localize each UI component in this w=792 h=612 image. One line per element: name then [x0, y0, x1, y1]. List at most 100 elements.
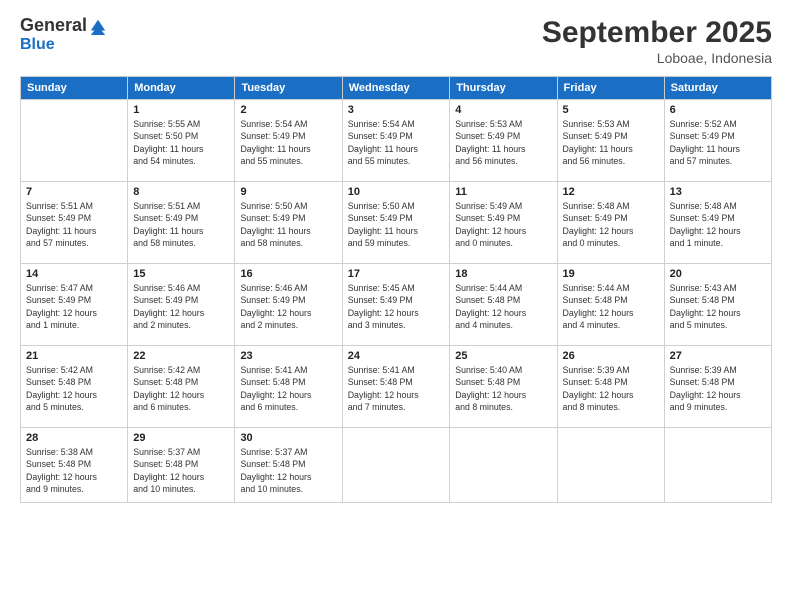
day-number: 10: [348, 186, 445, 198]
day-number: 22: [133, 350, 229, 362]
table-row: 30 Sunrise: 5:37 AM Sunset: 5:48 PM Dayli…: [235, 428, 342, 503]
table-row: 28 Sunrise: 5:38 AM Sunset: 5:48 PM Dayli…: [21, 428, 128, 503]
day-info: Sunrise: 5:54 AM Sunset: 5:49 PM Dayligh…: [240, 118, 336, 167]
day-info: Sunrise: 5:46 AM Sunset: 5:49 PM Dayligh…: [240, 282, 336, 331]
table-row: 17 Sunrise: 5:45 AM Sunset: 5:49 PM Dayli…: [342, 264, 450, 346]
day-number: 30: [240, 432, 336, 444]
table-row: 25 Sunrise: 5:40 AM Sunset: 5:48 PM Dayli…: [450, 346, 557, 428]
day-number: 13: [670, 186, 766, 198]
day-info: Sunrise: 5:51 AM Sunset: 5:49 PM Dayligh…: [133, 200, 229, 249]
table-row: 20 Sunrise: 5:43 AM Sunset: 5:48 PM Dayli…: [664, 264, 771, 346]
logo-text: General: [20, 16, 87, 36]
header-thursday: Thursday: [450, 77, 557, 100]
day-number: 8: [133, 186, 229, 198]
location: Loboae, Indonesia: [542, 50, 772, 66]
table-row: 8 Sunrise: 5:51 AM Sunset: 5:49 PM Daylig…: [128, 182, 235, 264]
day-number: 26: [563, 350, 659, 362]
day-info: Sunrise: 5:41 AM Sunset: 5:48 PM Dayligh…: [240, 364, 336, 413]
day-number: 11: [455, 186, 551, 198]
day-info: Sunrise: 5:46 AM Sunset: 5:49 PM Dayligh…: [133, 282, 229, 331]
table-row: 22Sunrise: 5:42 AM Sunset: 5:48 PM Dayli…: [128, 346, 235, 428]
day-info: Sunrise: 5:39 AM Sunset: 5:48 PM Dayligh…: [670, 364, 766, 413]
table-row: 3 Sunrise: 5:54 AM Sunset: 5:49 PM Daylig…: [342, 100, 450, 182]
day-info: Sunrise: 5:45 AM Sunset: 5:49 PM Dayligh…: [348, 282, 445, 331]
table-row: 18 Sunrise: 5:44 AM Sunset: 5:48 PM Dayli…: [450, 264, 557, 346]
header-wednesday: Wednesday: [342, 77, 450, 100]
day-number: 25: [455, 350, 551, 362]
table-row: [557, 428, 664, 503]
day-info: Sunrise: 5:50 AM Sunset: 5:49 PM Dayligh…: [348, 200, 445, 249]
day-number: 1: [133, 104, 229, 116]
day-number: 27: [670, 350, 766, 362]
day-number: 9: [240, 186, 336, 198]
day-info: Sunrise: 5:51 AM Sunset: 5:49 PM Dayligh…: [26, 200, 122, 249]
day-info: Sunrise: 5:48 AM Sunset: 5:49 PM Dayligh…: [670, 200, 766, 249]
table-row: 10 Sunrise: 5:50 AM Sunset: 5:49 PM Dayli…: [342, 182, 450, 264]
day-info: Sunrise: 5:44 AM Sunset: 5:48 PM Dayligh…: [563, 282, 659, 331]
table-row: 1 Sunrise: 5:55 AM Sunset: 5:50 PM Daylig…: [128, 100, 235, 182]
header-saturday: Saturday: [664, 77, 771, 100]
day-number: 24: [348, 350, 445, 362]
day-number: 12: [563, 186, 659, 198]
title-block: September 2025 Loboae, Indonesia: [542, 16, 772, 66]
day-info: Sunrise: 5:44 AM Sunset: 5:48 PM Dayligh…: [455, 282, 551, 331]
day-number: 16: [240, 268, 336, 280]
day-info: Sunrise: 5:43 AM Sunset: 5:48 PM Dayligh…: [670, 282, 766, 331]
day-number: 4: [455, 104, 551, 116]
day-number: 18: [455, 268, 551, 280]
day-info: Sunrise: 5:55 AM Sunset: 5:50 PM Dayligh…: [133, 118, 229, 167]
day-number: 29: [133, 432, 229, 444]
day-info: Sunrise: 5:48 AM Sunset: 5:49 PM Dayligh…: [563, 200, 659, 249]
day-info: Sunrise: 5:47 AM Sunset: 5:49 PM Dayligh…: [26, 282, 122, 331]
day-number: 20: [670, 268, 766, 280]
table-row: [664, 428, 771, 503]
logo-subtext: Blue: [20, 36, 107, 54]
header-monday: Monday: [128, 77, 235, 100]
logo-icon: [89, 17, 107, 35]
day-number: 14: [26, 268, 122, 280]
day-info: Sunrise: 5:38 AM Sunset: 5:48 PM Dayligh…: [26, 446, 122, 495]
table-row: 11 Sunrise: 5:49 AM Sunset: 5:49 PM Dayli…: [450, 182, 557, 264]
header-friday: Friday: [557, 77, 664, 100]
day-info: Sunrise: 5:50 AM Sunset: 5:49 PM Dayligh…: [240, 200, 336, 249]
day-number: 2: [240, 104, 336, 116]
day-info: Sunrise: 5:53 AM Sunset: 5:49 PM Dayligh…: [563, 118, 659, 167]
table-row: 2 Sunrise: 5:54 AM Sunset: 5:49 PM Daylig…: [235, 100, 342, 182]
day-info: Sunrise: 5:54 AM Sunset: 5:49 PM Dayligh…: [348, 118, 445, 167]
table-row: 16 Sunrise: 5:46 AM Sunset: 5:49 PM Dayli…: [235, 264, 342, 346]
day-number: 5: [563, 104, 659, 116]
table-row: 19 Sunrise: 5:44 AM Sunset: 5:48 PM Dayli…: [557, 264, 664, 346]
day-number: 28: [26, 432, 122, 444]
table-row: 15 Sunrise: 5:46 AM Sunset: 5:49 PM Dayli…: [128, 264, 235, 346]
day-info: Sunrise: 5:42 AM Sunset: 5:48 PM Dayligh…: [26, 364, 122, 413]
table-row: [21, 100, 128, 182]
calendar-header-row: Sunday Monday Tuesday Wednesday Thursday…: [21, 77, 772, 100]
table-row: 29 Sunrise: 5:37 AM Sunset: 5:48 PM Dayli…: [128, 428, 235, 503]
header-tuesday: Tuesday: [235, 77, 342, 100]
day-info: Sunrise: 5:37 AM Sunset: 5:48 PM Dayligh…: [240, 446, 336, 495]
day-number: 17: [348, 268, 445, 280]
day-number: 19: [563, 268, 659, 280]
day-info: Sunrise: 5:37 AM Sunset: 5:48 PM Dayligh…: [133, 446, 229, 495]
day-number: 3: [348, 104, 445, 116]
table-row: 26Sunrise: 5:39 AM Sunset: 5:48 PM Dayli…: [557, 346, 664, 428]
day-number: 21: [26, 350, 122, 362]
day-number: 7: [26, 186, 122, 198]
table-row: [342, 428, 450, 503]
table-row: 9 Sunrise: 5:50 AM Sunset: 5:49 PM Daylig…: [235, 182, 342, 264]
table-row: 12 Sunrise: 5:48 AM Sunset: 5:49 PM Dayli…: [557, 182, 664, 264]
table-row: 27 Sunrise: 5:39 AM Sunset: 5:48 PM Dayli…: [664, 346, 771, 428]
table-row: 21 Sunrise: 5:42 AM Sunset: 5:48 PM Dayli…: [21, 346, 128, 428]
table-row: 13 Sunrise: 5:48 AM Sunset: 5:49 PM Dayli…: [664, 182, 771, 264]
day-info: Sunrise: 5:52 AM Sunset: 5:49 PM Dayligh…: [670, 118, 766, 167]
table-row: 7 Sunrise: 5:51 AM Sunset: 5:49 PM Daylig…: [21, 182, 128, 264]
day-info: Sunrise: 5:40 AM Sunset: 5:48 PM Dayligh…: [455, 364, 551, 413]
day-number: 23: [240, 350, 336, 362]
day-number: 15: [133, 268, 229, 280]
day-info: Sunrise: 5:41 AM Sunset: 5:48 PM Dayligh…: [348, 364, 445, 413]
calendar: Sunday Monday Tuesday Wednesday Thursday…: [20, 76, 772, 503]
table-row: 23 Sunrise: 5:41 AM Sunset: 5:48 PM Dayli…: [235, 346, 342, 428]
day-info: Sunrise: 5:49 AM Sunset: 5:49 PM Dayligh…: [455, 200, 551, 249]
header-sunday: Sunday: [21, 77, 128, 100]
day-number: 6: [670, 104, 766, 116]
